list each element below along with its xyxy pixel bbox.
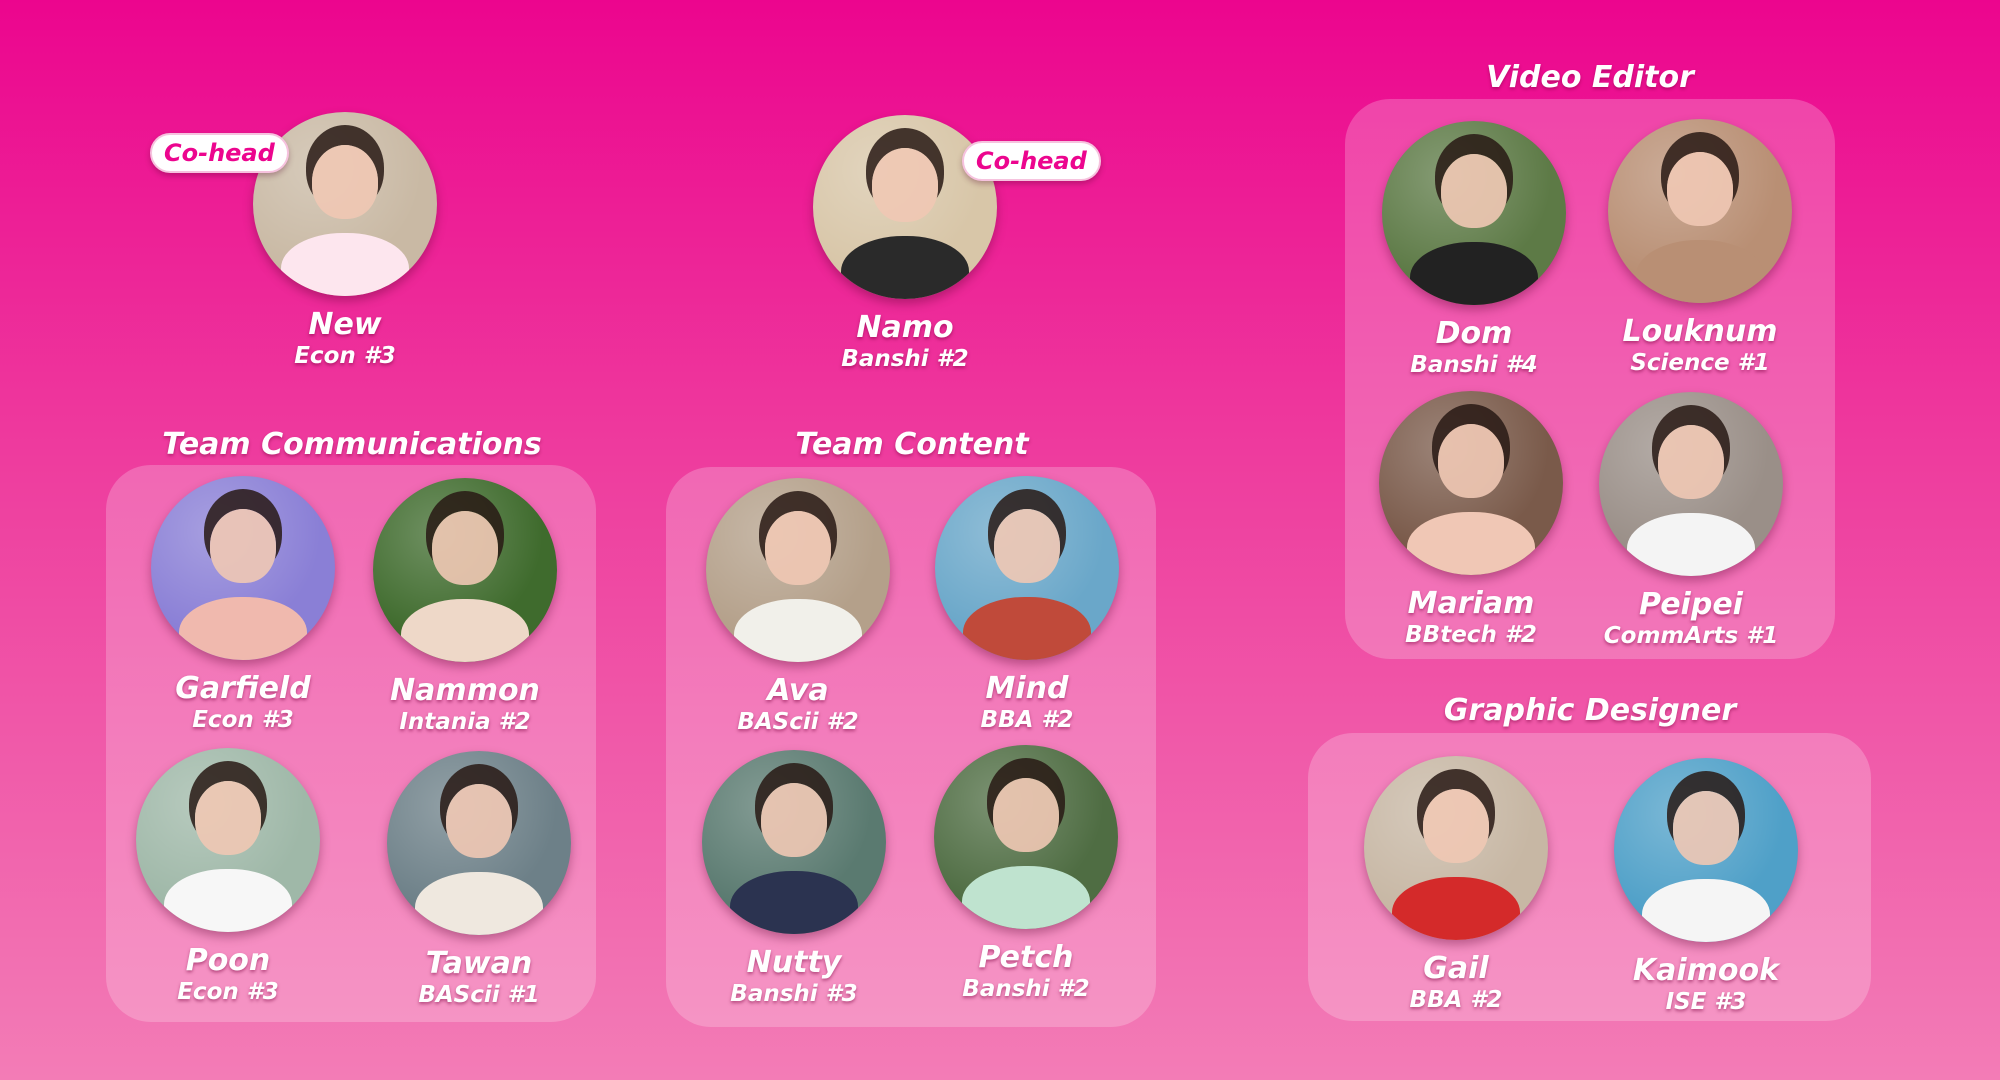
- person-body: [733, 599, 863, 662]
- member-name: Dom: [1435, 316, 1513, 351]
- member-faculty: BBA #2: [1409, 987, 1503, 1013]
- person-body: [961, 866, 1091, 929]
- person-silhouette: [1440, 154, 1508, 228]
- person-silhouette: [1657, 425, 1725, 499]
- person-body: [163, 869, 293, 932]
- person-body: [280, 233, 410, 296]
- avatar-photo: [1599, 392, 1783, 576]
- avatar-photo: [706, 478, 890, 662]
- member-card-ava: Ava BAScii #2: [678, 478, 918, 736]
- avatar-photo: [151, 476, 335, 660]
- member-card-gail: Gail BBA #2: [1336, 756, 1576, 1014]
- avatar-photo: [1364, 756, 1548, 940]
- avatar-photo: [373, 478, 557, 662]
- member-name: Nutty: [746, 945, 842, 980]
- person-body: [400, 599, 530, 662]
- person-silhouette: [431, 511, 499, 585]
- member-name: Nammon: [390, 673, 540, 708]
- member-name: Mariam: [1407, 586, 1535, 621]
- person-silhouette: [993, 509, 1061, 583]
- member-name: Louknum: [1622, 314, 1778, 349]
- avatar-photo: [1608, 119, 1792, 303]
- member-card-mind: Mind BBA #2: [907, 476, 1147, 734]
- member-faculty: BAScii #2: [737, 709, 859, 735]
- member-faculty: Banshi #4: [1410, 352, 1538, 378]
- member-faculty: Econ #3: [192, 707, 294, 733]
- team-title-graphic-designer: Graphic Designer: [1443, 693, 1737, 728]
- person-silhouette: [871, 148, 939, 222]
- person-silhouette: [445, 784, 513, 858]
- member-faculty: Econ #3: [177, 979, 279, 1005]
- member-card-nutty: Nutty Banshi #3: [674, 750, 914, 1008]
- person-body: [1409, 242, 1539, 305]
- person-silhouette: [311, 145, 379, 219]
- avatar-photo: [136, 748, 320, 932]
- member-faculty: CommArts #1: [1603, 623, 1779, 649]
- avatar-photo: [935, 476, 1119, 660]
- member-faculty: BBtech #2: [1405, 622, 1537, 648]
- member-card-louknum: Louknum Science #1: [1580, 119, 1820, 377]
- person-body: [1635, 240, 1765, 303]
- person-silhouette: [1672, 791, 1740, 865]
- member-faculty: ISE #3: [1665, 989, 1747, 1015]
- member-card-poon: Poon Econ #3: [108, 748, 348, 1006]
- avatar-photo: [813, 115, 997, 299]
- person-body: [1406, 512, 1536, 575]
- person-body: [414, 872, 544, 935]
- person-silhouette: [764, 511, 832, 585]
- team-title-video-editor: Video Editor: [1486, 60, 1694, 95]
- person-silhouette: [992, 778, 1060, 852]
- member-card-mariam: Mariam BBtech #2: [1351, 391, 1591, 649]
- avatar-photo: [1614, 758, 1798, 942]
- member-faculty: Banshi #2: [841, 346, 969, 372]
- member-card-tawan: Tawan BAScii #1: [359, 751, 599, 1009]
- person-body: [962, 597, 1092, 660]
- member-name: Poon: [185, 943, 271, 978]
- member-faculty: Intania #2: [399, 709, 531, 735]
- person-body: [729, 871, 859, 934]
- co-head-badge: Co-head: [150, 133, 289, 173]
- member-faculty: Econ #3: [294, 343, 396, 369]
- member-name: Garfield: [175, 671, 311, 706]
- person-silhouette: [194, 781, 262, 855]
- avatar-photo: [934, 745, 1118, 929]
- team-title-content: Team Content: [795, 427, 1029, 462]
- avatar-photo: [1382, 121, 1566, 305]
- member-faculty: BAScii #1: [418, 982, 540, 1008]
- member-faculty: Banshi #3: [730, 981, 858, 1007]
- person-body: [178, 597, 308, 660]
- member-faculty: Banshi #2: [962, 976, 1090, 1002]
- member-card-dom: Dom Banshi #4: [1354, 121, 1594, 379]
- member-card-petch: Petch Banshi #2: [906, 745, 1146, 1003]
- member-name: Petch: [978, 940, 1074, 975]
- person-silhouette: [1666, 152, 1734, 226]
- person-silhouette: [209, 509, 277, 583]
- member-card-kaimook: Kaimook ISE #3: [1586, 758, 1826, 1016]
- member-name: Peipei: [1639, 587, 1743, 622]
- co-head-badge: Co-head: [962, 141, 1101, 181]
- member-card-peipei: Peipei CommArts #1: [1571, 392, 1811, 650]
- person-silhouette: [1422, 789, 1490, 863]
- person-silhouette: [760, 783, 828, 857]
- member-name: Ava: [767, 673, 829, 708]
- member-name: Namo: [856, 310, 954, 345]
- avatar-photo: [1379, 391, 1563, 575]
- person-body: [1391, 877, 1521, 940]
- avatar-photo: [387, 751, 571, 935]
- member-faculty: Science #1: [1630, 350, 1770, 376]
- avatar-photo: [702, 750, 886, 934]
- member-name: Gail: [1423, 951, 1489, 986]
- member-name: New: [308, 307, 382, 342]
- member-card-nammon: Nammon Intania #2: [345, 478, 585, 736]
- member-name: Tawan: [425, 946, 533, 981]
- member-card-garfield: Garfield Econ #3: [123, 476, 363, 734]
- team-title-communications: Team Communications: [162, 427, 542, 462]
- person-body: [1641, 879, 1771, 942]
- member-name: Mind: [985, 671, 1069, 706]
- person-silhouette: [1437, 424, 1505, 498]
- person-body: [840, 236, 970, 299]
- person-body: [1626, 513, 1756, 576]
- member-faculty: BBA #2: [980, 707, 1074, 733]
- member-name: Kaimook: [1632, 953, 1780, 988]
